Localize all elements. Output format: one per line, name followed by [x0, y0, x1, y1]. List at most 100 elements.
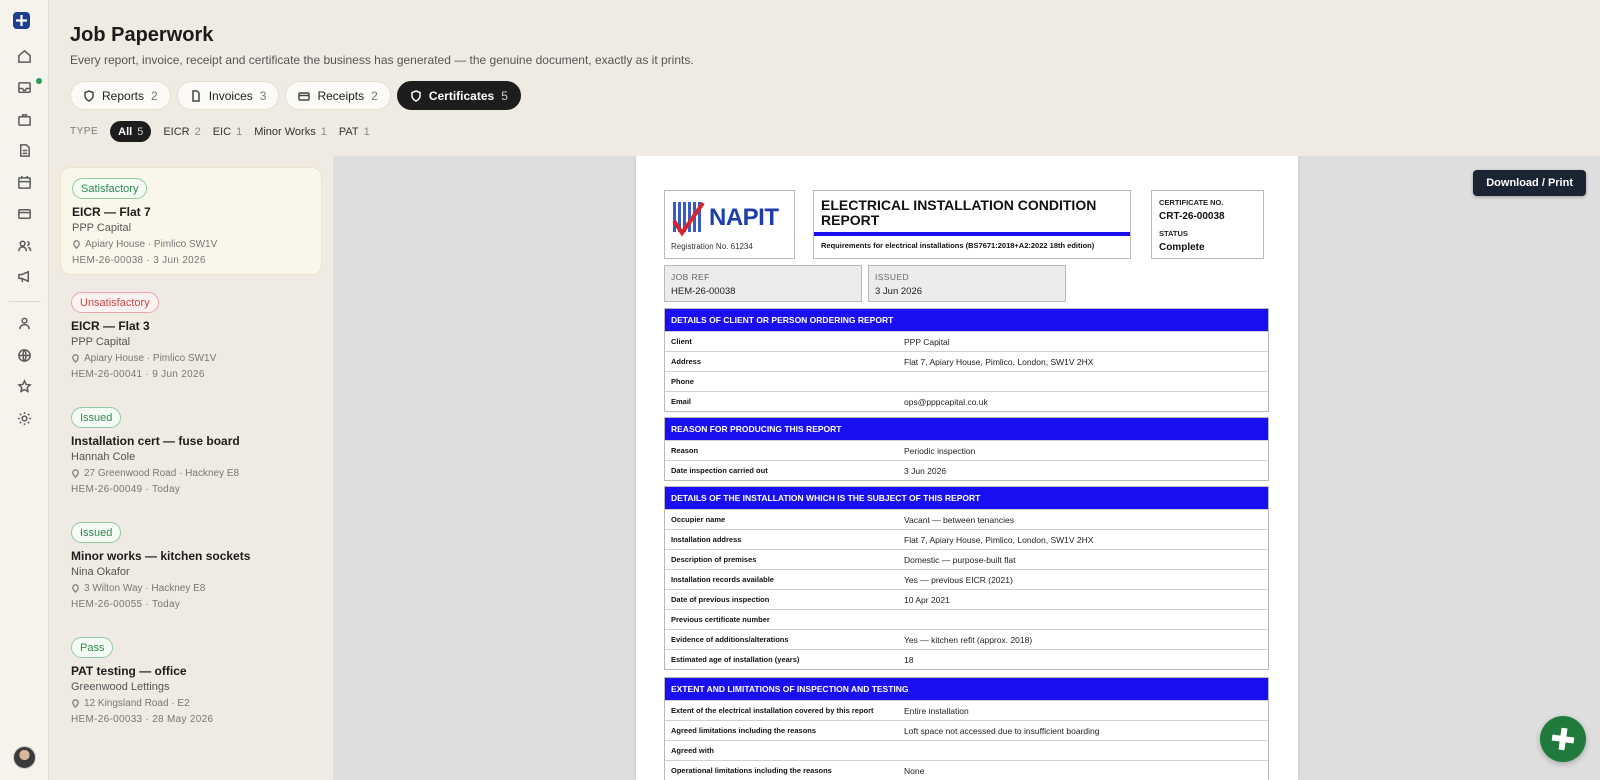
- row-key: Reason: [671, 446, 699, 455]
- table-row: Extent of the electrical installation co…: [665, 700, 1268, 720]
- row-value: None: [904, 765, 925, 776]
- person-icon[interactable]: [15, 314, 34, 333]
- sidebar: [0, 0, 49, 780]
- page-header: Job Paperwork Every report, invoice, rec…: [49, 0, 1600, 156]
- section-reason: REASON FOR PRODUCING THIS REPORT Reason P…: [664, 417, 1269, 481]
- status-badge: Satisfactory: [72, 178, 148, 199]
- row-value: Yes — previous EICR (2021): [904, 574, 1013, 585]
- registration-number: Registration No. 61234: [671, 242, 753, 251]
- section-heading: EXTENT AND LIMITATIONS OF INSPECTION AND…: [665, 678, 1268, 700]
- megaphone-icon[interactable]: [15, 267, 34, 286]
- row-key: Date inspection carried out: [671, 466, 768, 475]
- row-value: Flat 7, Apiary House, Pimlico, London, S…: [904, 356, 1094, 367]
- globe-icon[interactable]: [15, 346, 34, 365]
- list-item[interactable]: Unsatisfactory EICR — Flat 3 PPP Capital…: [60, 282, 322, 390]
- list-item[interactable]: Issued Installation cert — fuse board Ha…: [60, 397, 322, 505]
- type-chip-all[interactable]: All 5: [110, 121, 152, 142]
- certificate-title: ELECTRICAL INSTALLATION CONDITION REPORT: [821, 197, 1097, 228]
- chip-label: EICR: [163, 125, 190, 138]
- tab-count: 2: [151, 88, 158, 103]
- app-logo-icon[interactable]: [13, 12, 30, 29]
- document-icon[interactable]: [15, 141, 34, 160]
- chip-count: 1: [320, 125, 327, 138]
- table-row: Evidence of additions/alterations Yes — k…: [665, 629, 1268, 649]
- chip-label: EIC: [212, 125, 232, 138]
- table-row: Occupier name Vacant — between tenancies: [665, 509, 1268, 529]
- row-value: Vacant — between tenancies: [904, 514, 1014, 525]
- tab-receipts[interactable]: Receipts 2: [285, 81, 391, 110]
- type-chip-eicr[interactable]: EICR 2: [163, 121, 200, 142]
- status-badge: Unsatisfactory: [71, 292, 159, 313]
- row-value: Periodic inspection: [904, 445, 976, 456]
- napit-wordmark: NAPIT: [709, 204, 779, 231]
- table-row: Operational limitations including the re…: [665, 760, 1268, 780]
- tab-certificates[interactable]: Certificates 5: [396, 81, 521, 110]
- row-value: Loft space not accessed due to insuffici…: [904, 725, 1100, 736]
- row-key: Installation records available: [671, 575, 774, 584]
- chip-label: Minor Works: [254, 125, 316, 138]
- settings-icon[interactable]: [15, 409, 34, 428]
- briefcase-icon[interactable]: [15, 110, 34, 129]
- table-row: Installation records available Yes — prev…: [665, 569, 1268, 589]
- list-item-address: 27 Greenwood Road · Hackney E8: [71, 468, 239, 479]
- row-value: Yes — kitchen refit (approx. 2018): [904, 634, 1033, 645]
- certificate-page: NAPIT Registration No. 61234 ELECTRICAL …: [636, 156, 1298, 780]
- list-item-title: EICR — Flat 3: [71, 319, 150, 333]
- document-viewer[interactable]: NAPIT Registration No. 61234 ELECTRICAL …: [333, 156, 1600, 780]
- status-label: STATUS: [1159, 229, 1188, 238]
- tab-invoices[interactable]: Invoices 3: [176, 81, 280, 110]
- table-row: Previous certificate number: [665, 609, 1268, 629]
- tab-reports[interactable]: Reports 2: [70, 81, 171, 110]
- type-chip-pat[interactable]: PAT 1: [339, 121, 370, 142]
- star-icon[interactable]: [15, 377, 34, 396]
- cert-no-label: CERTIFICATE NO.: [1159, 198, 1224, 207]
- tab-count: 3: [259, 88, 267, 103]
- list-item-client: PPP Capital: [72, 222, 132, 234]
- home-icon[interactable]: [15, 47, 34, 66]
- card-icon: [298, 91, 311, 101]
- table-row: Date of previous inspection 10 Apr 2021: [665, 589, 1268, 609]
- card-icon[interactable]: [15, 204, 34, 223]
- list-item-address: 12 Kingsland Road · E2: [71, 698, 190, 709]
- type-chip-eic[interactable]: EIC 1: [213, 121, 242, 142]
- row-value: 18: [904, 654, 914, 665]
- list-item-address: Apiary House · Pimlico SW1V: [71, 353, 216, 364]
- shield-icon: [411, 89, 421, 102]
- address-text: 12 Kingsland Road · E2: [84, 698, 190, 709]
- list-item[interactable]: Issued Minor works — kitchen sockets Nin…: [60, 512, 322, 620]
- chip-label: All: [118, 125, 133, 138]
- row-value: Flat 7, Apiary House, Pimlico, London, S…: [904, 534, 1094, 545]
- type-chip-minor-works[interactable]: Minor Works 1: [254, 121, 327, 142]
- address-text: Apiary House · Pimlico SW1V: [84, 353, 217, 364]
- doc-tabs: Reports 2 Invoices 3 Receipts 2 Certific…: [70, 81, 521, 110]
- row-key: Operational limitations including the re…: [671, 766, 832, 775]
- page-title: Job Paperwork: [70, 24, 214, 46]
- people-icon[interactable]: [15, 236, 34, 255]
- type-filter-label: TYPE: [70, 126, 99, 137]
- address-text: 27 Greenwood Road · Hackney E8: [84, 468, 240, 479]
- row-value: Domestic — purpose-built flat: [904, 554, 1016, 565]
- inbox-icon[interactable]: [15, 78, 34, 97]
- table-row: Client PPP Capital: [665, 331, 1268, 351]
- list-item[interactable]: Pass PAT testing — office Greenwood Lett…: [60, 627, 322, 735]
- napit-logo: NAPIT: [671, 199, 779, 237]
- list-item-title: PAT testing — office: [71, 664, 187, 678]
- list-item-client: Greenwood Lettings: [71, 681, 170, 693]
- row-key: Extent of the electrical installation co…: [671, 706, 874, 715]
- address-text: 3 Wilton Way · Hackney E8: [84, 583, 206, 594]
- avatar[interactable]: [13, 746, 36, 769]
- quick-add-button[interactable]: [1540, 716, 1586, 762]
- row-key: Evidence of additions/alterations: [671, 635, 789, 644]
- section-heading: REASON FOR PRODUCING THIS REPORT: [665, 418, 1268, 440]
- table-row: Estimated age of installation (years) 18: [665, 649, 1268, 669]
- section-extent-limitations: EXTENT AND LIMITATIONS OF INSPECTION AND…: [664, 677, 1269, 780]
- list-item-meta: HEM-26-00038 · 3 Jun 2026: [72, 255, 206, 266]
- download-print-button[interactable]: Download / Print: [1473, 170, 1586, 196]
- list-item[interactable]: Satisfactory EICR — Flat 7 PPP Capital A…: [60, 167, 322, 275]
- location-pin-icon: [73, 240, 80, 249]
- list-item-meta: HEM-26-00033 · 28 May 2026: [71, 714, 214, 725]
- tab-label: Invoices: [208, 88, 253, 103]
- row-value: 10 Apr 2021: [904, 594, 950, 605]
- list-item-meta: HEM-26-00041 · 9 Jun 2026: [71, 369, 205, 380]
- calendar-icon[interactable]: [15, 173, 34, 192]
